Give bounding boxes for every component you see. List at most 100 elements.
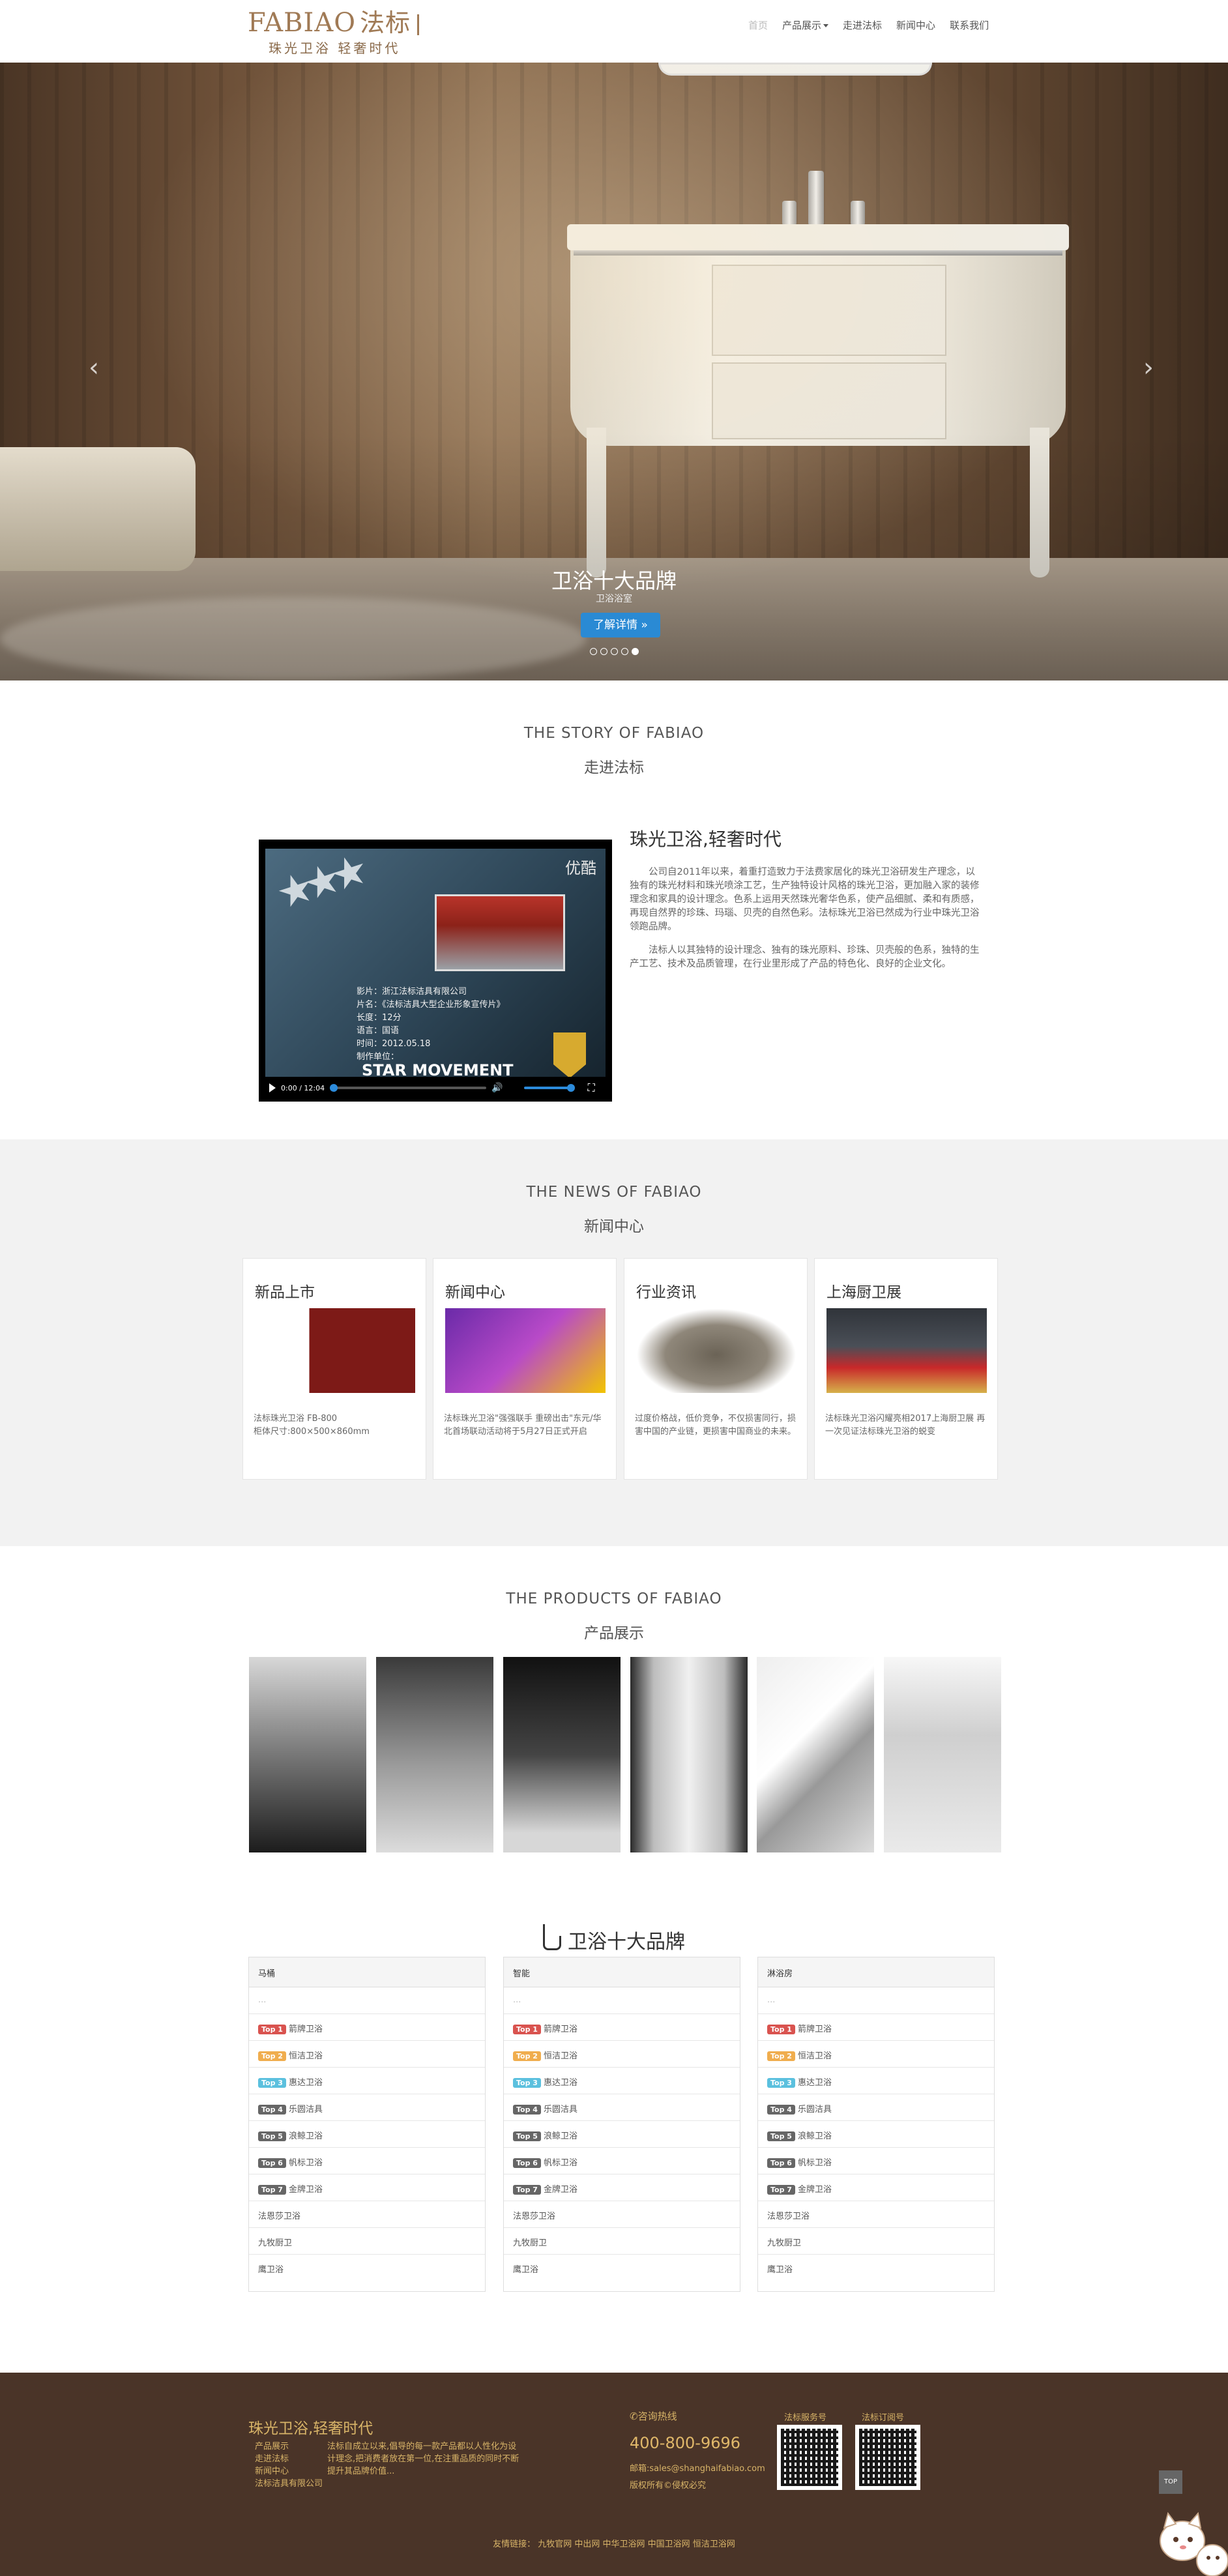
rank-row[interactable]: 九牧厨卫 bbox=[758, 2228, 994, 2255]
rank-row[interactable]: 鹰卫浴 bbox=[249, 2255, 485, 2281]
seek-handle[interactable] bbox=[330, 1084, 338, 1092]
qr-code-subscribe bbox=[855, 2425, 920, 2490]
rank-row[interactable]: Top 2 恒洁卫浴 bbox=[758, 2041, 994, 2068]
star-icon: ★★★ bbox=[270, 849, 366, 920]
fullscreen-icon[interactable]: ⛶ bbox=[588, 1081, 595, 1094]
rank-row[interactable]: 九牧厨卫 bbox=[249, 2228, 485, 2255]
volume-handle[interactable] bbox=[566, 1084, 575, 1092]
rank-row[interactable]: Top 2 恒洁卫浴 bbox=[504, 2041, 740, 2068]
rank-column-toilet: 马桶 ... Top 1 箭牌卫浴 Top 2 恒洁卫浴 Top 3 惠达卫浴 Top… bbox=[248, 1957, 486, 2292]
rank-placeholder: ... bbox=[504, 1987, 740, 2014]
footer-link-products[interactable]: 产品展示 bbox=[255, 2440, 323, 2453]
product-1[interactable] bbox=[249, 1657, 366, 1852]
footer-email[interactable]: 邮箱:sales@shanghaifabiao.com bbox=[630, 2461, 765, 2474]
carousel-dot-5[interactable] bbox=[631, 648, 639, 655]
rank-row[interactable]: Top 3 惠达卫浴 bbox=[249, 2068, 485, 2094]
site-logo[interactable]: FABIAO 法标 珠光卫浴 轻奢时代 bbox=[248, 3, 437, 59]
rank-badge: Top 1 bbox=[513, 2025, 541, 2034]
news-card-industry[interactable]: 行业资讯 过度价格战，低价竞争，不仅损害同行，损害中国的产业链，更损害中国商业的… bbox=[624, 1258, 808, 1480]
hero-details-button[interactable]: 了解详情 » bbox=[581, 613, 660, 637]
carousel-dot-2[interactable] bbox=[600, 648, 607, 655]
rank-badge: Top 4 bbox=[258, 2105, 286, 2115]
rank-brand: 惠达卫浴 bbox=[543, 2078, 577, 2088]
footer-friend-links[interactable]: 友情链接： 九牧官网 中出网 中华卫浴网 中国卫浴网 恒洁卫浴网 bbox=[0, 2537, 1228, 2549]
play-icon[interactable] bbox=[269, 1083, 276, 1092]
carousel-next-icon[interactable]: › bbox=[1137, 352, 1160, 383]
rank-row[interactable]: Top 6 帆标卫浴 bbox=[249, 2148, 485, 2174]
rank-row[interactable]: Top 5 浪鲸卫浴 bbox=[504, 2121, 740, 2148]
nav-contact[interactable]: 联系我们 bbox=[950, 18, 989, 34]
product-5[interactable] bbox=[757, 1657, 874, 1852]
news-card-image bbox=[826, 1308, 987, 1393]
footer-phone[interactable]: 400-800-9696 bbox=[630, 2434, 740, 2452]
rank-row[interactable]: 法恩莎卫浴 bbox=[504, 2201, 740, 2228]
video-factory-photo bbox=[435, 894, 565, 971]
nav-products[interactable]: 产品展示 bbox=[782, 18, 829, 34]
rank-row[interactable]: 法恩莎卫浴 bbox=[249, 2201, 485, 2228]
carousel-dot-1[interactable] bbox=[589, 648, 597, 655]
site-footer: 珠光卫浴,轻奢时代 产品展示 走进法标 新闻中心 法标洁具有限公司 法标自成立以… bbox=[0, 2373, 1228, 2576]
carousel-dot-3[interactable] bbox=[610, 648, 618, 655]
rank-brand: 惠达卫浴 bbox=[797, 2078, 832, 2088]
hero-subtitle: 卫浴浴室 bbox=[596, 594, 632, 604]
news-card-title: 新品上市 bbox=[255, 1284, 315, 1301]
nav-about[interactable]: 走进法标 bbox=[843, 18, 882, 34]
news-card-expo[interactable]: 上海厨卫展 法标珠光卫浴闪耀亮相2017上海厨卫展 再一次见证法标珠光卫浴的蜕变 bbox=[814, 1258, 998, 1480]
qr-label-service: 法标服务号 bbox=[784, 2413, 827, 2423]
product-4[interactable] bbox=[630, 1657, 748, 1852]
rank-row[interactable]: Top 7 金牌卫浴 bbox=[249, 2174, 485, 2201]
nav-products-label: 产品展示 bbox=[782, 20, 822, 31]
product-2[interactable] bbox=[376, 1657, 493, 1852]
story-paragraph-2: 法标人以其独特的设计理念、独有的珠光原料、珍珠、贝壳般的色系，独特的生产工艺、技… bbox=[630, 945, 980, 969]
news-card-title: 新闻中心 bbox=[445, 1284, 505, 1301]
rank-row[interactable]: Top 6 帆标卫浴 bbox=[758, 2148, 994, 2174]
product-3[interactable] bbox=[503, 1657, 621, 1852]
footer-copyright: 版权所有©侵权必究 bbox=[630, 2481, 707, 2491]
rank-row[interactable]: Top 1 箭牌卫浴 bbox=[758, 2014, 994, 2041]
story-paragraph-1: 公司自2011年以来，着重打造致力于法费家居化的珠光卫浴研发生产理念，以独有的珠… bbox=[630, 867, 980, 932]
volume-icon[interactable]: 🔊 bbox=[491, 1083, 503, 1093]
rank-row[interactable]: Top 6 帆标卫浴 bbox=[504, 2148, 740, 2174]
carousel-prev-icon[interactable]: ‹ bbox=[82, 352, 106, 383]
rank-row[interactable]: 九牧厨卫 bbox=[504, 2228, 740, 2255]
product-6[interactable] bbox=[884, 1657, 1001, 1852]
rank-row[interactable]: Top 1 箭牌卫浴 bbox=[249, 2014, 485, 2041]
rank-row[interactable]: Top 2 恒洁卫浴 bbox=[249, 2041, 485, 2068]
rank-row[interactable]: Top 4 乐圆洁具 bbox=[249, 2094, 485, 2121]
volume-slider[interactable] bbox=[523, 1084, 575, 1092]
video-player[interactable]: ★★★ 优酷 影片：浙江法标洁具有限公司 片名：《法标洁具大型企业形象宣传片》 … bbox=[259, 840, 612, 1102]
rank-row[interactable]: Top 7 金牌卫浴 bbox=[504, 2174, 740, 2201]
news-card-new-products[interactable]: 新品上市 法标珠光卫浴 FB-800 柜体尺寸:800×500×860mm bbox=[242, 1258, 426, 1480]
footer-link-about[interactable]: 走进法标 bbox=[255, 2453, 323, 2465]
video-seek-bar[interactable] bbox=[330, 1084, 487, 1092]
site-header: FABIAO 法标 珠光卫浴 轻奢时代 首页 产品展示 走进法标 新闻中心 联系我… bbox=[0, 0, 1228, 63]
rank-row[interactable]: 法恩莎卫浴 bbox=[758, 2201, 994, 2228]
rank-row[interactable]: Top 1 箭牌卫浴 bbox=[504, 2014, 740, 2041]
rank-row[interactable]: Top 3 惠达卫浴 bbox=[758, 2068, 994, 2094]
news-card-text: 法标珠光卫浴闪耀亮相2017上海厨卫展 再一次见证法标珠光卫浴的蜕变 bbox=[825, 1414, 986, 1437]
video-time: 0:00 / 12:04 bbox=[281, 1083, 325, 1092]
video-emblem bbox=[553, 1032, 586, 1077]
rank-row[interactable]: Top 7 金牌卫浴 bbox=[758, 2174, 994, 2201]
footer-link-news[interactable]: 新闻中心 bbox=[255, 2465, 323, 2478]
back-to-top-button[interactable]: TOP bbox=[1159, 2470, 1182, 2494]
video-watermark: 优酷 bbox=[565, 859, 596, 877]
nav-home[interactable]: 首页 bbox=[748, 18, 768, 34]
carousel-dot-4[interactable] bbox=[621, 648, 628, 655]
rank-row[interactable]: 鹰卫浴 bbox=[758, 2255, 994, 2281]
rank-badge: Top 7 bbox=[513, 2185, 541, 2195]
rank-row[interactable]: Top 5 浪鲸卫浴 bbox=[758, 2121, 994, 2148]
nav-news[interactable]: 新闻中心 bbox=[896, 18, 935, 34]
news-card-news[interactable]: 新闻中心 法标珠光卫浴"强强联手 重磅出击"东元/华北首场联动活动将于5月27日… bbox=[433, 1258, 617, 1480]
rank-row[interactable]: Top 3 惠达卫浴 bbox=[504, 2068, 740, 2094]
rank-column-header: 马桶 bbox=[249, 1957, 485, 1987]
logo-wordmark: FABIAO 法标 bbox=[248, 3, 420, 38]
rank-brand: 恒洁卫浴 bbox=[288, 2051, 323, 2061]
rank-row[interactable]: 鹰卫浴 bbox=[504, 2255, 740, 2281]
brands-title-text: 卫浴十大品牌 bbox=[568, 1931, 685, 1954]
rank-row[interactable]: Top 4 乐圆洁具 bbox=[504, 2094, 740, 2121]
rank-row[interactable]: Top 4 乐圆洁具 bbox=[758, 2094, 994, 2121]
rank-row[interactable]: Top 5 浪鲸卫浴 bbox=[249, 2121, 485, 2148]
rank-placeholder: ... bbox=[249, 1987, 485, 2014]
footer-link-company[interactable]: 法标洁具有限公司 bbox=[255, 2478, 323, 2490]
